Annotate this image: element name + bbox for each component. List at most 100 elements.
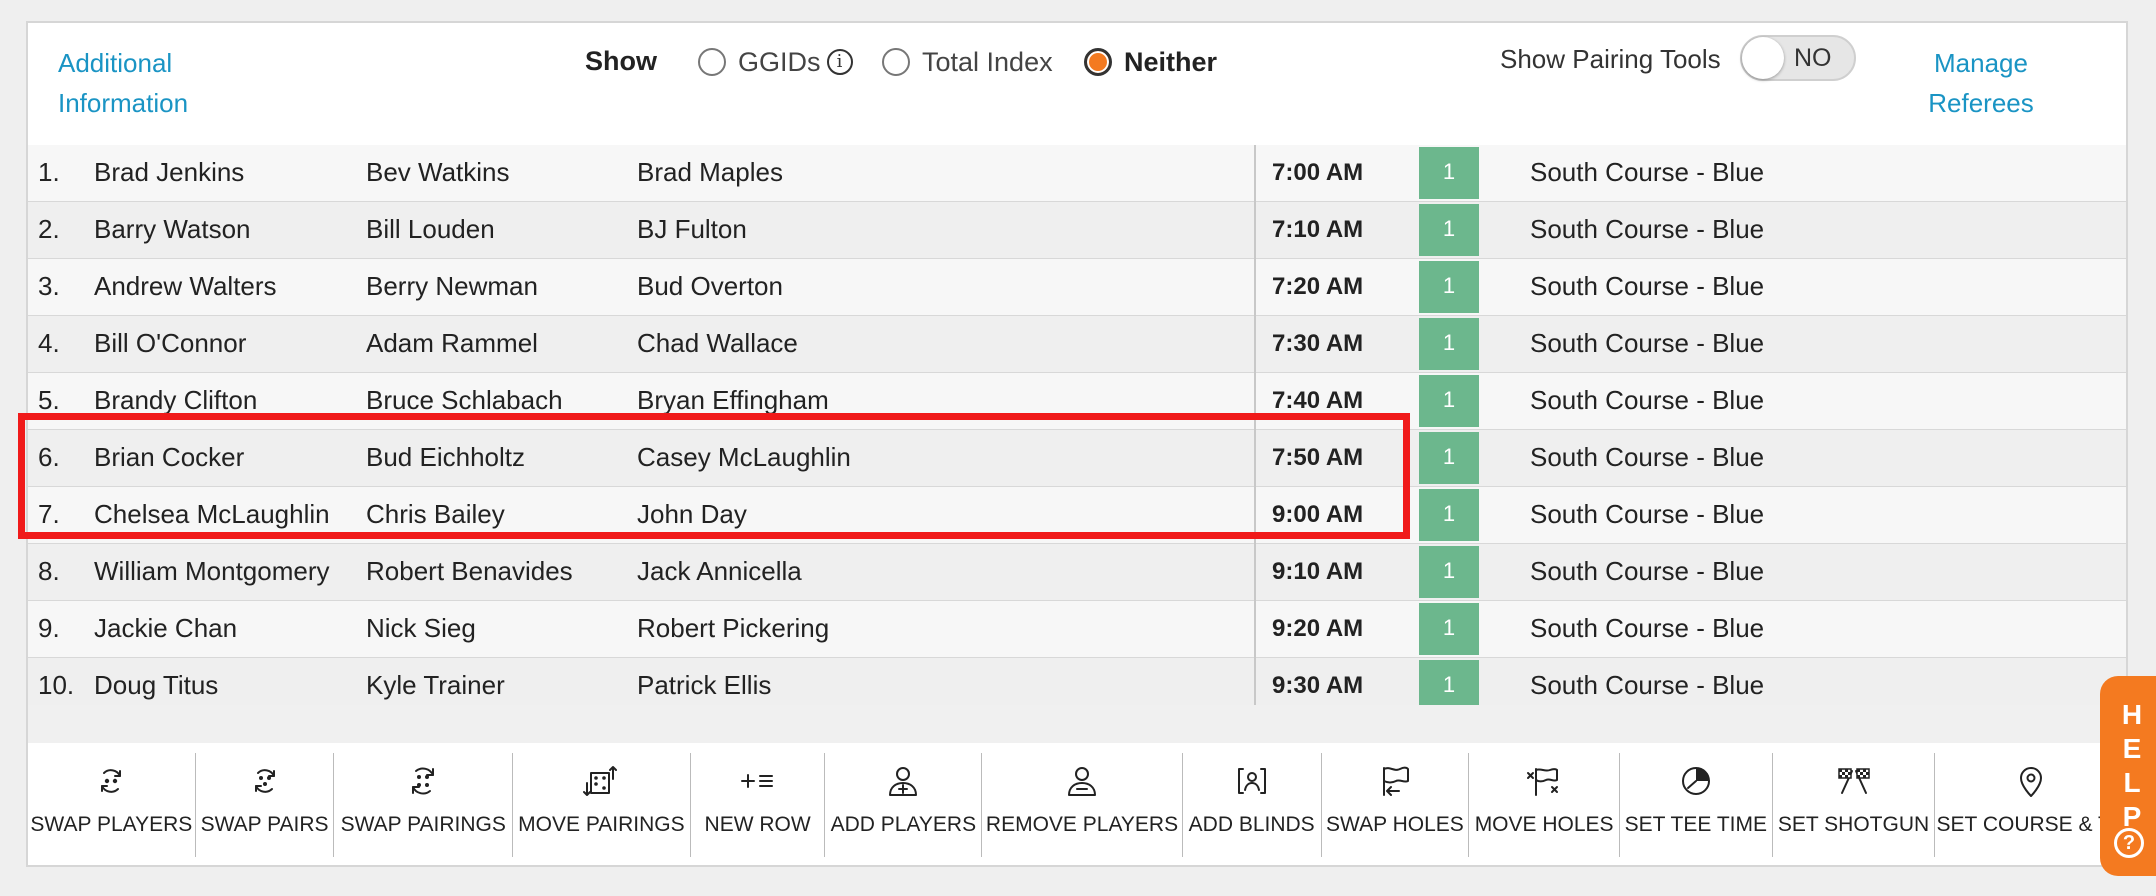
tool-swap-pairings-button[interactable]: SWAP PAIRINGS <box>334 753 514 857</box>
player-name[interactable]: William Montgomery <box>94 544 330 599</box>
selection-highlight <box>18 413 1410 539</box>
player-name[interactable]: Berry Newman <box>366 259 538 314</box>
player-name[interactable]: Bud Overton <box>637 259 783 314</box>
hole-badge: 1 <box>1419 489 1479 541</box>
new-row-icon <box>740 761 776 801</box>
course-name: South Course - Blue <box>1530 442 1765 472</box>
manage-referees-line2[interactable]: Referees <box>1906 83 2056 123</box>
radio-ggids-circle[interactable] <box>698 48 726 76</box>
help-letter[interactable]: H <box>2100 698 2156 732</box>
tool-move-holes-button[interactable]: MOVE HOLES <box>1469 753 1620 857</box>
tool-add-blinds-button[interactable]: ADD BLINDS <box>1183 753 1322 857</box>
player-name[interactable]: Chad Wallace <box>637 316 798 371</box>
info-icon[interactable]: i <box>826 49 853 75</box>
move-pairings-icon <box>583 761 619 801</box>
swap-holes-icon <box>1377 761 1413 801</box>
tool-new-row-button[interactable]: NEW ROW <box>691 753 826 857</box>
course-name: South Course - Blue <box>1530 613 1765 643</box>
course-name: South Course - Blue <box>1530 385 1765 415</box>
manage-referees-line1[interactable]: Manage <box>1906 43 2056 83</box>
player-name[interactable]: Robert Pickering <box>637 601 829 656</box>
course-name: South Course - Blue <box>1530 328 1765 358</box>
radio-ggids-label[interactable]: GGIDs <box>738 47 821 78</box>
tool-remove-players-button[interactable]: REMOVE PLAYERS <box>982 753 1183 857</box>
hole-badge: 1 <box>1419 603 1479 655</box>
course-name: South Course - Blue <box>1530 271 1765 301</box>
manage-referees-link[interactable]: Manage Referees <box>1906 43 2056 123</box>
hole-badge: 1 <box>1419 204 1479 256</box>
table-row[interactable]: 1. Brad Jenkins Bev Watkins Brad Maples 7:00… <box>28 145 2126 202</box>
tool-set-shotgun-button[interactable]: SET SHOTGUN <box>1773 753 1936 857</box>
help-letter[interactable]: E <box>2100 732 2156 766</box>
pairing-toolbar: SWAP PLAYERS SWAP PAIRS SWAP PAIRINGS MOVE … <box>28 743 2126 865</box>
radio-neither[interactable]: Neither <box>1084 44 1217 80</box>
tool-move-pairings-button[interactable]: MOVE PAIRINGS <box>513 753 691 857</box>
table-row[interactable]: 4. Bill O'Connor Adam Rammel Chad Wallace 7:… <box>28 316 2126 373</box>
set-course-icon <box>2013 761 2049 801</box>
player-name[interactable]: Brad Maples <box>637 145 783 200</box>
hole-badge: 1 <box>1419 261 1479 313</box>
help-question-icon[interactable]: ? <box>2114 828 2144 858</box>
tool-swap-pairs-button[interactable]: SWAP PAIRS <box>196 753 335 857</box>
course-name: South Course - Blue <box>1530 556 1765 586</box>
tool-add-players-button[interactable]: ADD PLAYERS <box>825 753 983 857</box>
hole-badge: 1 <box>1419 546 1479 598</box>
tool-label: REMOVE PLAYERS <box>985 813 1179 836</box>
table-row[interactable]: 9. Jackie Chan Nick Sieg Robert Pickering 9:… <box>28 601 2126 658</box>
remove-players-icon <box>1064 761 1100 801</box>
radio-ggids[interactable]: GGIDs i <box>698 44 853 80</box>
set-shotgun-icon <box>1836 761 1872 801</box>
pairings-header: Additional Information Show GGIDs i Tota… <box>28 23 2126 147</box>
additional-information-link[interactable]: Additional Information <box>58 43 258 123</box>
player-name[interactable]: Barry Watson <box>94 202 251 257</box>
row-number: 1. <box>38 157 60 187</box>
additional-information-line2[interactable]: Information <box>58 83 258 123</box>
player-name[interactable]: Andrew Walters <box>94 259 277 314</box>
help-letter[interactable]: L <box>2100 766 2156 800</box>
player-name[interactable]: Nick Sieg <box>366 601 476 656</box>
tool-set-course-button[interactable]: SET COURSE & TE <box>1935 753 2126 857</box>
show-label: Show <box>585 46 657 76</box>
tee-time: 7:30 AM <box>1272 330 1364 357</box>
table-row[interactable]: 3. Andrew Walters Berry Newman Bud Overton 7… <box>28 259 2126 316</box>
help-letters[interactable]: HELP <box>2100 676 2156 834</box>
radio-total-index-label[interactable]: Total Index <box>922 47 1053 78</box>
table-row[interactable]: 8. William Montgomery Robert Benavides Jack… <box>28 544 2126 601</box>
table-footer-gap <box>28 705 2126 745</box>
player-name[interactable]: Robert Benavides <box>366 544 573 599</box>
tool-set-tee-time-button[interactable]: SET TEE TIME <box>1620 753 1773 857</box>
row-number: 3. <box>38 271 60 301</box>
toggle-knob[interactable] <box>1742 37 1784 79</box>
tee-time: 7:00 AM <box>1272 159 1364 186</box>
radio-total-index-circle[interactable] <box>882 48 910 76</box>
row-number: 9. <box>38 613 60 643</box>
player-name[interactable]: Brad Jenkins <box>94 145 244 200</box>
tool-label: ADD BLINDS <box>1188 813 1315 836</box>
pairing-tools-toggle[interactable]: NO <box>1740 35 1856 81</box>
player-name[interactable]: Jackie Chan <box>94 601 237 656</box>
move-holes-icon <box>1526 761 1562 801</box>
tool-swap-holes-button[interactable]: SWAP HOLES <box>1322 753 1470 857</box>
tool-label: SWAP PAIRS <box>200 813 329 836</box>
player-name[interactable]: Bill Louden <box>366 202 495 257</box>
tool-label: MOVE PAIRINGS <box>518 813 685 836</box>
help-tab[interactable]: HELP ? <box>2100 676 2156 876</box>
player-name[interactable]: Bev Watkins <box>366 145 510 200</box>
tool-swap-players-button[interactable]: SWAP PLAYERS <box>28 753 196 857</box>
tool-label: SWAP PAIRINGS <box>340 813 506 836</box>
radio-neither-circle[interactable] <box>1084 48 1112 76</box>
swap-pairings-icon <box>405 761 441 801</box>
player-name[interactable]: Adam Rammel <box>366 316 538 371</box>
course-name: South Course - Blue <box>1530 157 1765 187</box>
player-name[interactable]: BJ Fulton <box>637 202 747 257</box>
table-row[interactable]: 2. Barry Watson Bill Louden BJ Fulton 7:10 A… <box>28 202 2126 259</box>
player-name[interactable]: Bill O'Connor <box>94 316 246 371</box>
radio-neither-label[interactable]: Neither <box>1124 47 1217 78</box>
add-blinds-icon <box>1234 761 1270 801</box>
set-tee-time-icon <box>1678 761 1714 801</box>
player-name[interactable]: Jack Annicella <box>637 544 802 599</box>
radio-total-index[interactable]: Total Index <box>882 44 1053 80</box>
toggle-state-label: NO <box>1794 44 1832 72</box>
additional-information-line1[interactable]: Additional <box>58 43 258 83</box>
tool-label: SWAP PLAYERS <box>30 813 193 836</box>
